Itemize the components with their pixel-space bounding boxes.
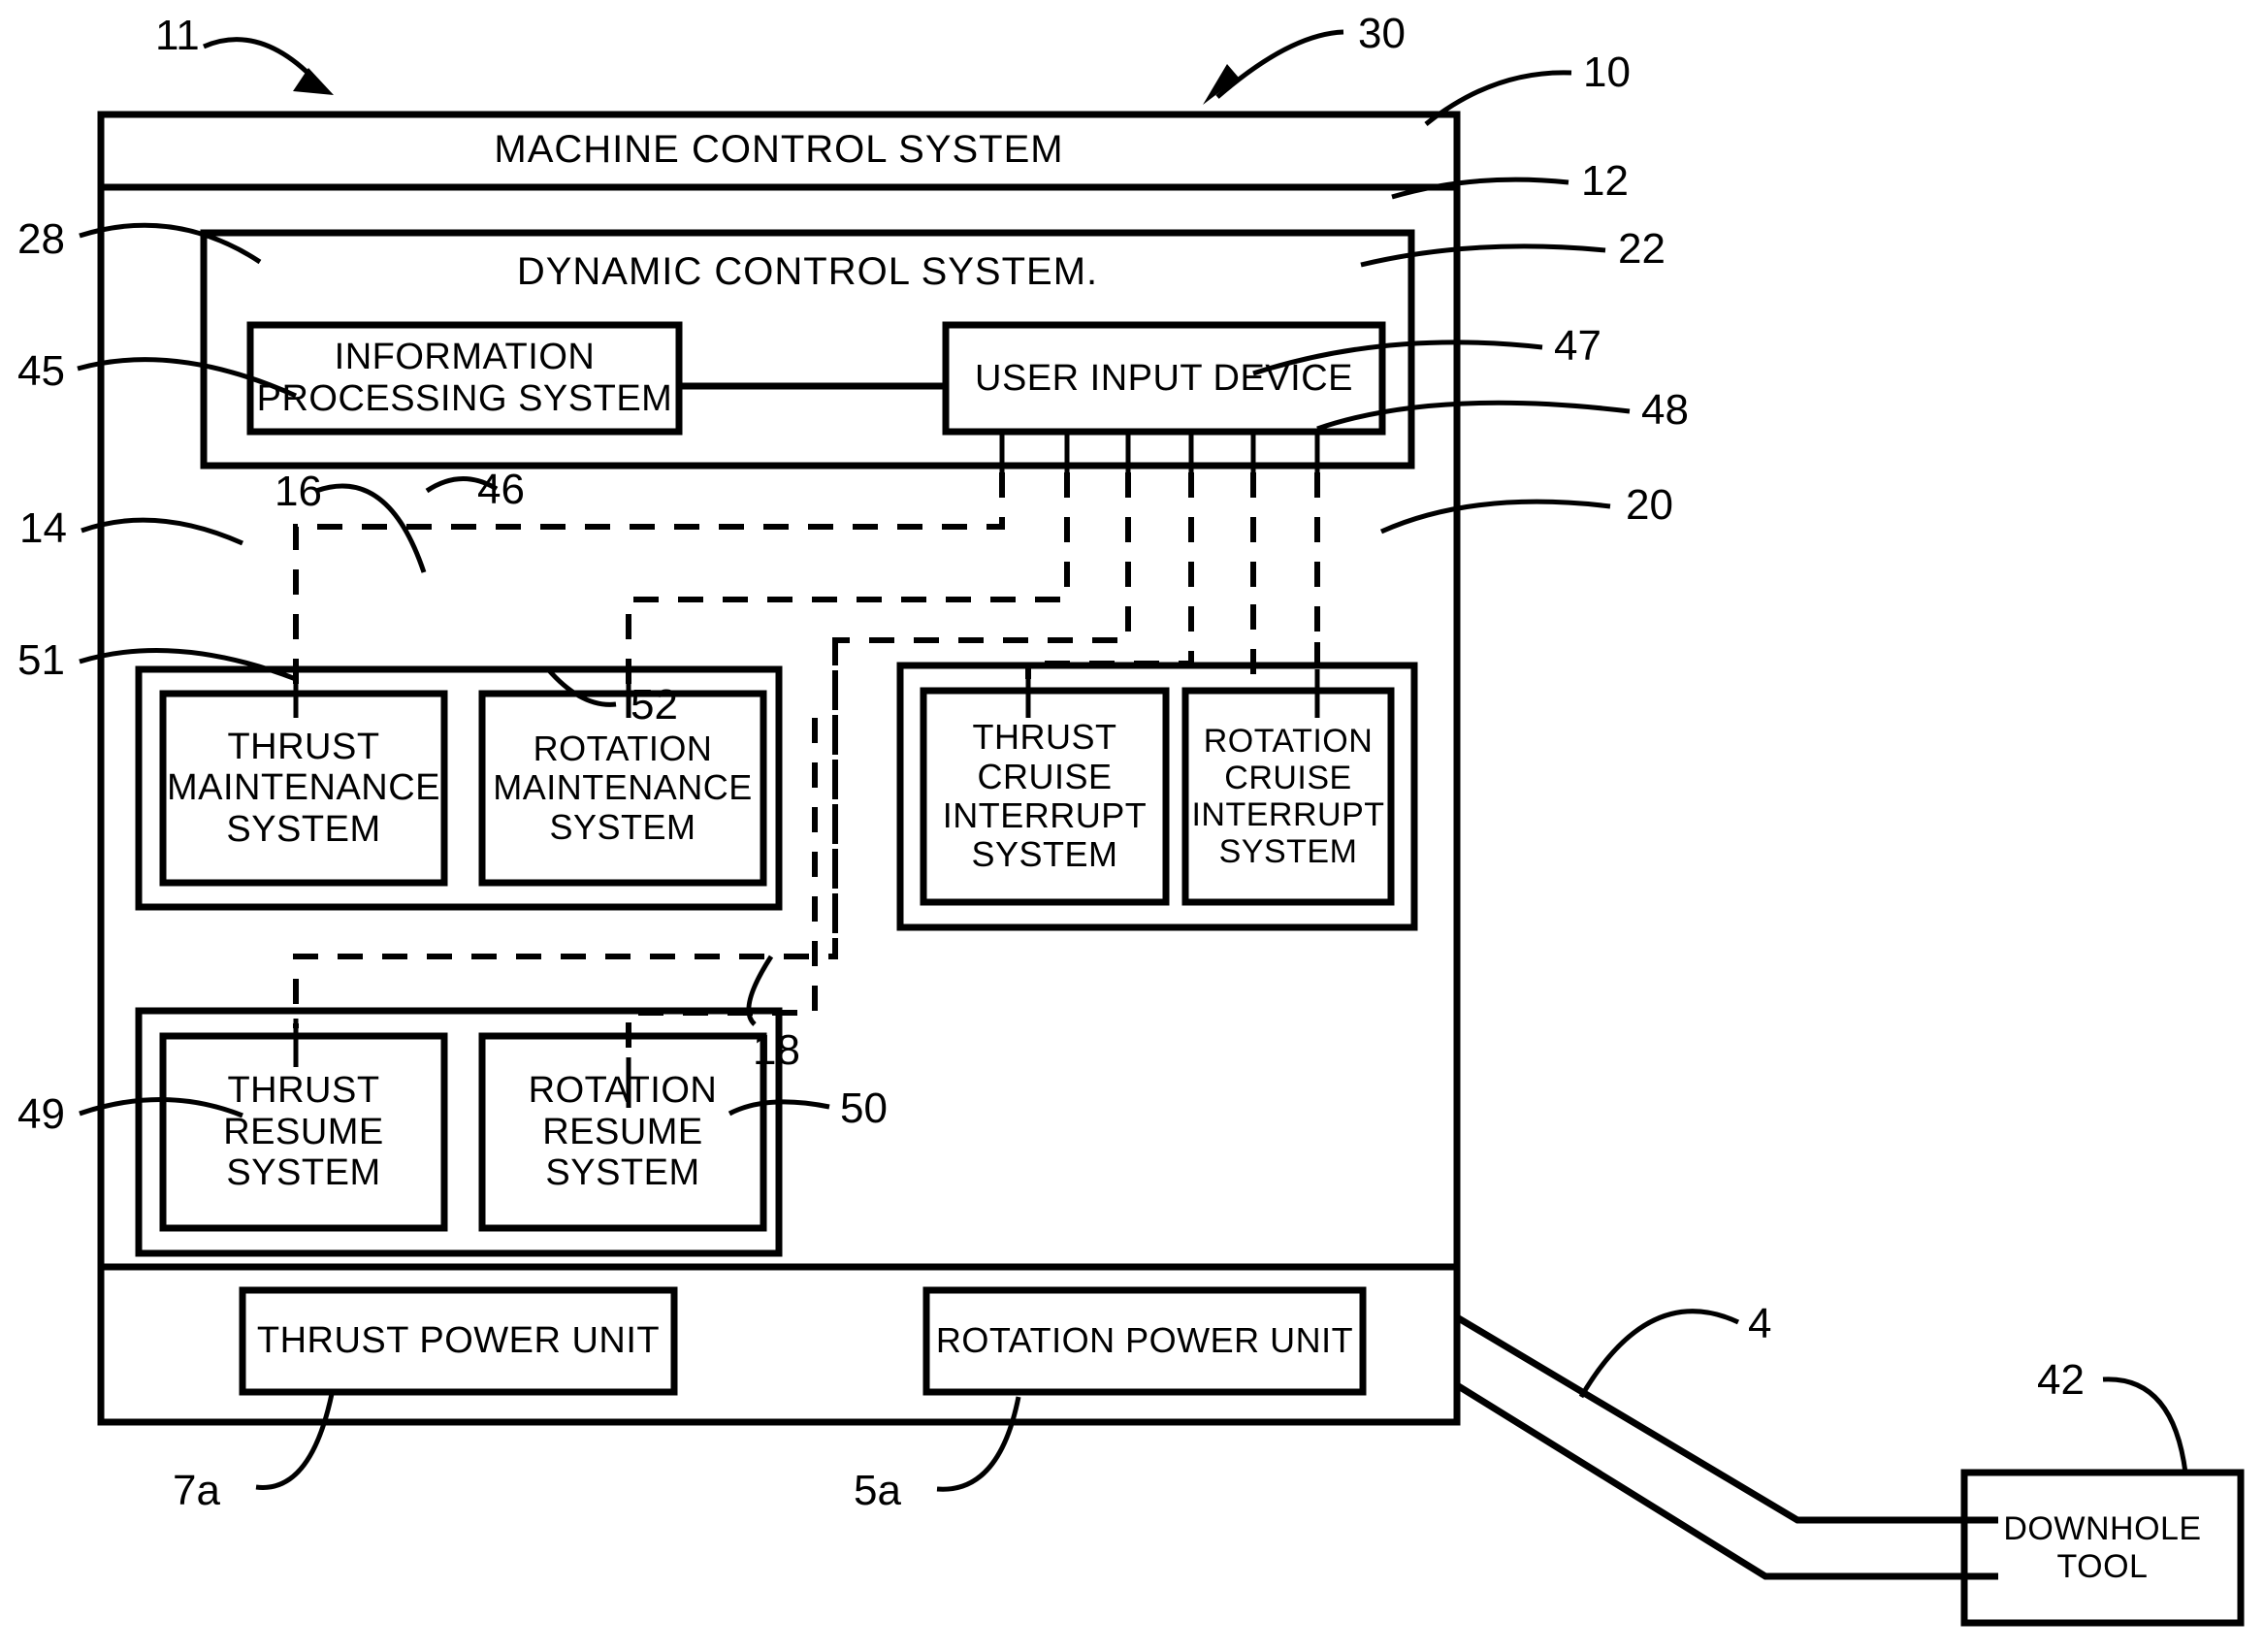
rotation-power-unit-label: ROTATION POWER UNIT xyxy=(935,1320,1354,1361)
reference-numeral-5a: 5a xyxy=(854,1467,901,1514)
reference-numeral-11: 11 xyxy=(155,12,200,59)
leader-14 xyxy=(81,517,244,546)
dashed-route-47b xyxy=(1025,472,1194,679)
reference-numeral-42: 42 xyxy=(2037,1356,2085,1404)
reference-numeral-45: 45 xyxy=(17,347,65,395)
reference-numeral-22: 22 xyxy=(1618,225,1666,273)
leader-42 xyxy=(2102,1377,2188,1474)
reference-numeral-12: 12 xyxy=(1581,157,1629,205)
reference-numeral-28: 28 xyxy=(17,215,65,263)
thrust-power-unit-label: THRUST POWER UNIT xyxy=(256,1320,661,1362)
thrust-resume-system-label: THRUST RESUME SYSTEM xyxy=(223,1070,384,1194)
leader-30 xyxy=(1215,29,1344,99)
leader-5a xyxy=(936,1396,1021,1492)
reference-numeral-48: 48 xyxy=(1641,386,1689,434)
information-processing-system-label: INFORMATION PROCESSING SYSTEM xyxy=(256,337,673,419)
reference-numeral-4: 4 xyxy=(1748,1300,1772,1347)
machine-control-system-label: MACHINE CONTROL SYSTEM xyxy=(494,128,1064,171)
reference-numeral-46: 46 xyxy=(477,466,525,513)
dynamic-control-system-label: DYNAMIC CONTROL SYSTEM. xyxy=(516,250,1099,293)
rotation-maintenance-system-label: ROTATION MAINTENANCE SYSTEM xyxy=(493,729,753,847)
rotation-resume-system-label: ROTATION RESUME SYSTEM xyxy=(528,1070,718,1194)
rotation-cruise-interrupt-system-label: ROTATION CRUISE INTERRUPT SYSTEM xyxy=(1191,722,1385,871)
dashed-route-46 xyxy=(626,472,1070,689)
reference-numeral-7a: 7a xyxy=(173,1467,220,1514)
leader-11-arrowhead xyxy=(293,68,334,95)
downhole-tool-label: DOWNHOLE TOOL xyxy=(2003,1510,2202,1585)
reference-numeral-16: 16 xyxy=(275,468,322,515)
reference-numeral-47: 47 xyxy=(1554,322,1601,370)
reference-numeral-10: 10 xyxy=(1583,49,1631,96)
leader-4 xyxy=(1578,1309,1740,1399)
patent-figure-canvas: MACHINE CONTROL SYSTEM DYNAMIC CONTROL S… xyxy=(0,0,2264,1652)
reference-numeral-20: 20 xyxy=(1626,481,1673,529)
leader-7a xyxy=(255,1393,335,1490)
reference-numeral-52: 52 xyxy=(631,681,678,729)
leader-20 xyxy=(1379,499,1611,534)
reference-numeral-14: 14 xyxy=(19,504,67,552)
reference-numeral-50: 50 xyxy=(840,1085,888,1132)
downhole-pipe-upper xyxy=(1455,1313,1998,1524)
thrust-maintenance-system-label: THRUST MAINTENANCE SYSTEM xyxy=(166,726,441,850)
dashed-route-45 xyxy=(293,472,1005,689)
reference-numeral-49: 49 xyxy=(17,1090,65,1138)
reference-numeral-18: 18 xyxy=(753,1026,800,1074)
reference-numeral-51: 51 xyxy=(17,636,65,684)
thrust-cruise-interrupt-system-label: THRUST CRUISE INTERRUPT SYSTEM xyxy=(942,717,1148,875)
leader-51 xyxy=(79,647,297,682)
reference-numeral-30: 30 xyxy=(1358,10,1406,57)
user-input-device-label: USER INPUT DEVICE xyxy=(975,357,1353,399)
leader-12 xyxy=(1391,177,1569,200)
